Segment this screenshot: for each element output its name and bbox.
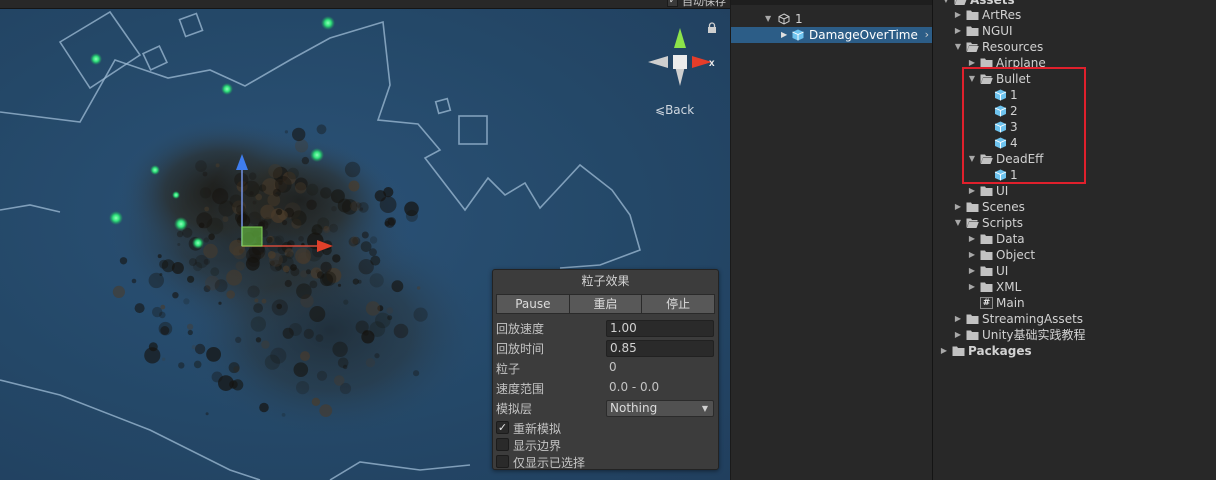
collapsed-arrow-icon[interactable]: ▶ xyxy=(939,343,949,359)
project-item-label: Object xyxy=(996,248,1036,262)
project-item-label: StreamingAssets xyxy=(982,312,1084,326)
gizmo-x-label: x xyxy=(709,58,715,69)
back-arrow-icon: ⩽ xyxy=(655,103,666,117)
hierarchy-item-scene[interactable]: ▼ 1 xyxy=(731,11,933,27)
collapsed-arrow-icon[interactable]: ▶ xyxy=(953,7,963,23)
gameobject-icon xyxy=(778,13,790,25)
particles-label: 粒子 xyxy=(496,362,521,376)
auto-save-checkbox[interactable]: ✓ xyxy=(667,0,678,7)
show-selected-only-label: 仅显示已选择 xyxy=(513,456,586,470)
particles-value: 0 xyxy=(609,360,617,374)
prefab-icon xyxy=(792,29,804,41)
simulation-layers-dropdown[interactable]: Nothing ▼ xyxy=(606,400,714,417)
folder-icon xyxy=(980,250,993,260)
scene-toolbar: ✓ 自动保存 xyxy=(0,0,730,9)
project-item-label: Packages xyxy=(968,344,1032,358)
project-item-label: Main xyxy=(996,296,1025,310)
open-folder-icon xyxy=(966,218,979,228)
back-view-label[interactable]: ⩽Back xyxy=(655,103,694,117)
playback-time-label: 回放时间 xyxy=(496,342,545,356)
simulation-layers-label: 模拟层 xyxy=(496,402,533,416)
lock-icon[interactable] xyxy=(706,22,718,34)
resimulate-label: 重新模拟 xyxy=(513,422,562,436)
hierarchy-panel: ▼ 1 ▶ DamageOverTime › xyxy=(730,0,933,480)
highlight-box xyxy=(962,67,1086,184)
playback-speed-input[interactable]: 1.00 xyxy=(606,320,714,337)
folder-icon xyxy=(980,186,993,196)
speed-range-value: 0.0 - 0.0 xyxy=(609,380,660,394)
folder-icon xyxy=(980,234,993,244)
collapsed-arrow-icon[interactable]: ▶ xyxy=(967,247,977,263)
project-item-label: UI xyxy=(996,264,1009,278)
collapsed-arrow-icon[interactable]: ▶ xyxy=(967,183,977,199)
folder-icon xyxy=(980,266,993,276)
folder-icon xyxy=(966,314,979,324)
open-folder-icon xyxy=(954,0,967,5)
project-item-label: ArtRes xyxy=(982,8,1022,22)
collapse-arrow-icon[interactable]: ▶ xyxy=(781,27,787,43)
folder-icon xyxy=(966,330,979,340)
hierarchy-item-damageovertime[interactable]: ▶ DamageOverTime › xyxy=(731,27,933,43)
collapsed-arrow-icon[interactable]: ▶ xyxy=(953,199,963,215)
project-item-label: Resources xyxy=(982,40,1044,54)
open-folder-icon xyxy=(966,42,979,52)
pause-button[interactable]: Pause xyxy=(496,294,570,314)
project-item-label: Unity基础实践教程 xyxy=(982,328,1086,342)
project-item-label: Scenes xyxy=(982,200,1025,214)
csharp-script-icon: # xyxy=(980,297,993,309)
collapsed-arrow-icon[interactable]: ▶ xyxy=(967,231,977,247)
collapsed-arrow-icon[interactable]: ▶ xyxy=(967,263,977,279)
playback-time-input[interactable]: 0.85 xyxy=(606,340,714,357)
open-prefab-arrow-icon[interactable]: › xyxy=(925,27,929,43)
stop-button[interactable]: 停止 xyxy=(642,294,716,314)
collapsed-arrow-icon[interactable]: ▶ xyxy=(953,311,963,327)
particle-effect-panel: 粒子效果 Pause 重启 停止 回放速度 1.00 回放时间 0.85 粒子 … xyxy=(492,269,719,470)
show-bounds-checkbox[interactable] xyxy=(496,438,509,451)
folder-icon xyxy=(966,26,979,36)
hierarchy-header xyxy=(731,0,933,5)
resimulate-checkbox[interactable]: ✓ xyxy=(496,421,509,434)
particle-cloud xyxy=(110,120,480,440)
folder-icon xyxy=(966,10,979,20)
auto-save-label: 自动保存 xyxy=(682,0,726,8)
dropdown-arrow-icon: ▼ xyxy=(701,404,708,413)
restart-button[interactable]: 重启 xyxy=(569,294,643,314)
expanded-arrow-icon[interactable]: ▼ xyxy=(953,39,963,55)
expanded-arrow-icon[interactable]: ▼ xyxy=(941,0,951,8)
collapsed-arrow-icon[interactable]: ▶ xyxy=(953,327,963,343)
collapsed-arrow-icon[interactable]: ▶ xyxy=(967,279,977,295)
show-bounds-label: 显示边界 xyxy=(513,439,562,453)
project-item-label: Data xyxy=(996,232,1025,246)
speed-range-label: 速度范围 xyxy=(496,382,545,396)
project-item-label: XML xyxy=(996,280,1022,294)
expanded-arrow-icon[interactable]: ▼ xyxy=(953,215,963,231)
project-item-label: NGUI xyxy=(982,24,1013,38)
folder-icon xyxy=(980,282,993,292)
scene-view[interactable]: ✓ 自动保存 x ⩽Back 粒子效果 Pause 重启 停止 回放速度 1.0… xyxy=(0,0,730,480)
playback-speed-label: 回放速度 xyxy=(496,322,545,336)
folder-icon xyxy=(952,346,965,356)
folder-icon xyxy=(966,202,979,212)
project-item-label: Scripts xyxy=(982,216,1024,230)
auto-save-toggle[interactable]: ✓ 自动保存 xyxy=(667,0,726,8)
collapsed-arrow-icon[interactable]: ▶ xyxy=(953,23,963,39)
show-selected-only-checkbox[interactable] xyxy=(496,455,509,468)
expand-arrow-icon[interactable]: ▼ xyxy=(765,11,771,27)
project-item-label: UI xyxy=(996,184,1009,198)
panel-title: 粒子效果 xyxy=(581,274,630,288)
